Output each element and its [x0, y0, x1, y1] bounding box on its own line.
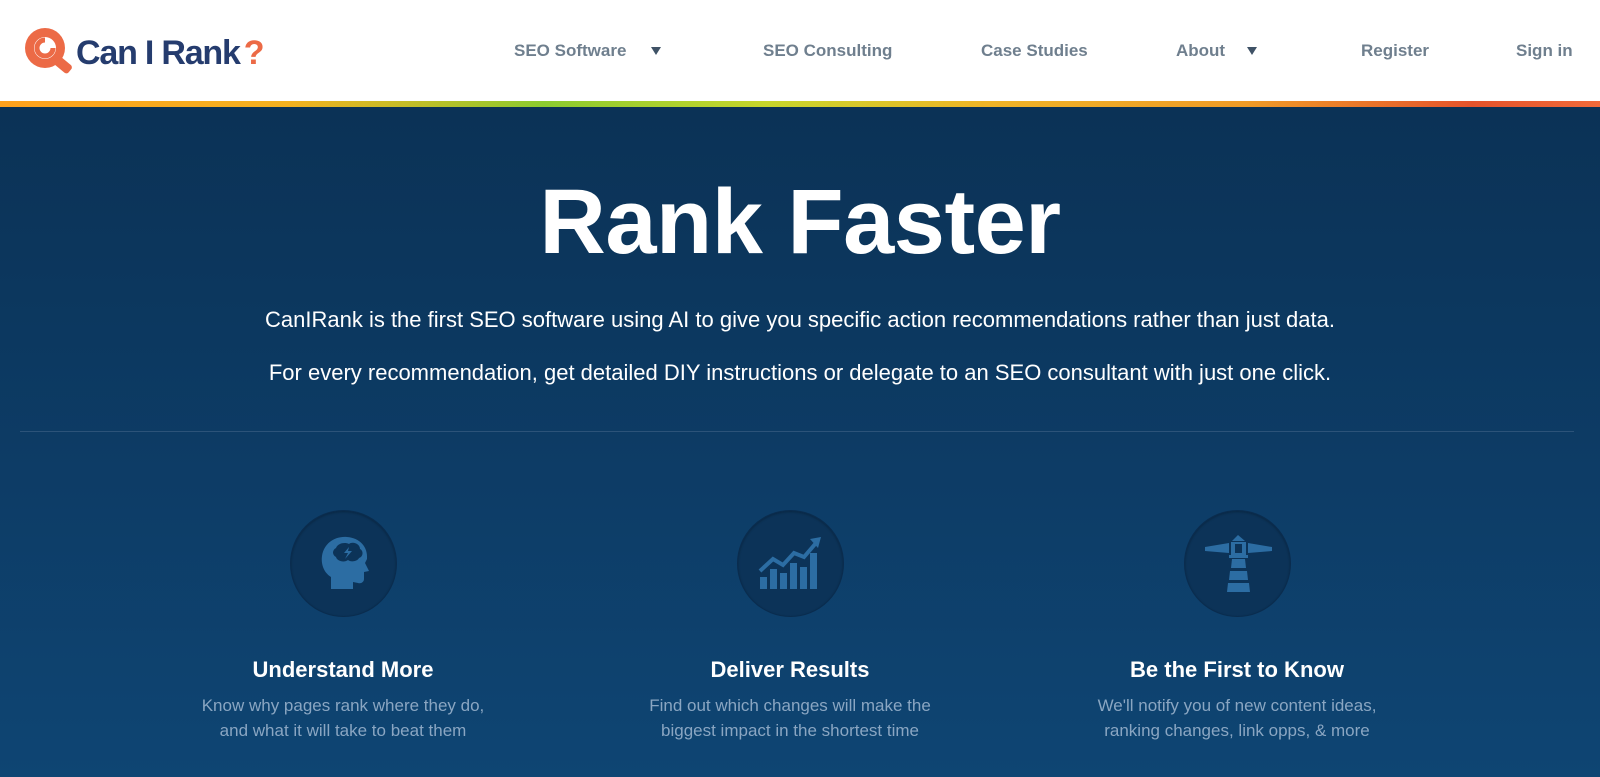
feature-title: Understand More	[252, 657, 434, 682]
nav-seo-software[interactable]: SEO Software	[514, 40, 626, 62]
nav-about[interactable]: About	[1176, 40, 1225, 62]
logo-text: Can I Rank?	[76, 33, 264, 72]
nav-register[interactable]: Register	[1361, 40, 1429, 62]
feature-title: Deliver Results	[710, 657, 870, 682]
logo[interactable]: Can I Rank?	[18, 24, 278, 80]
feature-description: Find out which changes will make the big…	[649, 696, 931, 740]
nav-case-studies[interactable]: Case Studies	[981, 40, 1088, 62]
growth-chart-icon	[737, 510, 844, 617]
chevron-down-icon[interactable]	[651, 47, 661, 55]
hero-description-1: CanIRank is the first SEO software using…	[265, 307, 1335, 332]
section-divider	[20, 431, 1574, 432]
hero-title: Rank Faster	[539, 171, 1061, 273]
magnifier-logo-icon	[18, 24, 78, 80]
site-header: Can I Rank? SEO Software SEO Consulting …	[0, 0, 1600, 103]
nav-seo-consulting[interactable]: SEO Consulting	[763, 40, 892, 62]
hero-description-2: For every recommendation, get detailed D…	[268, 360, 1332, 385]
lighthouse-icon	[1184, 510, 1291, 617]
chevron-down-icon[interactable]	[1247, 47, 1257, 55]
feature-description: Know why pages rank where they do, and w…	[201, 696, 485, 740]
nav-sign-in[interactable]: Sign in	[1516, 40, 1573, 62]
feature-description: We'll notify you of new content ideas, r…	[1097, 696, 1377, 740]
feature-title: Be the First to Know	[1130, 657, 1344, 682]
brain-head-icon	[290, 510, 397, 617]
